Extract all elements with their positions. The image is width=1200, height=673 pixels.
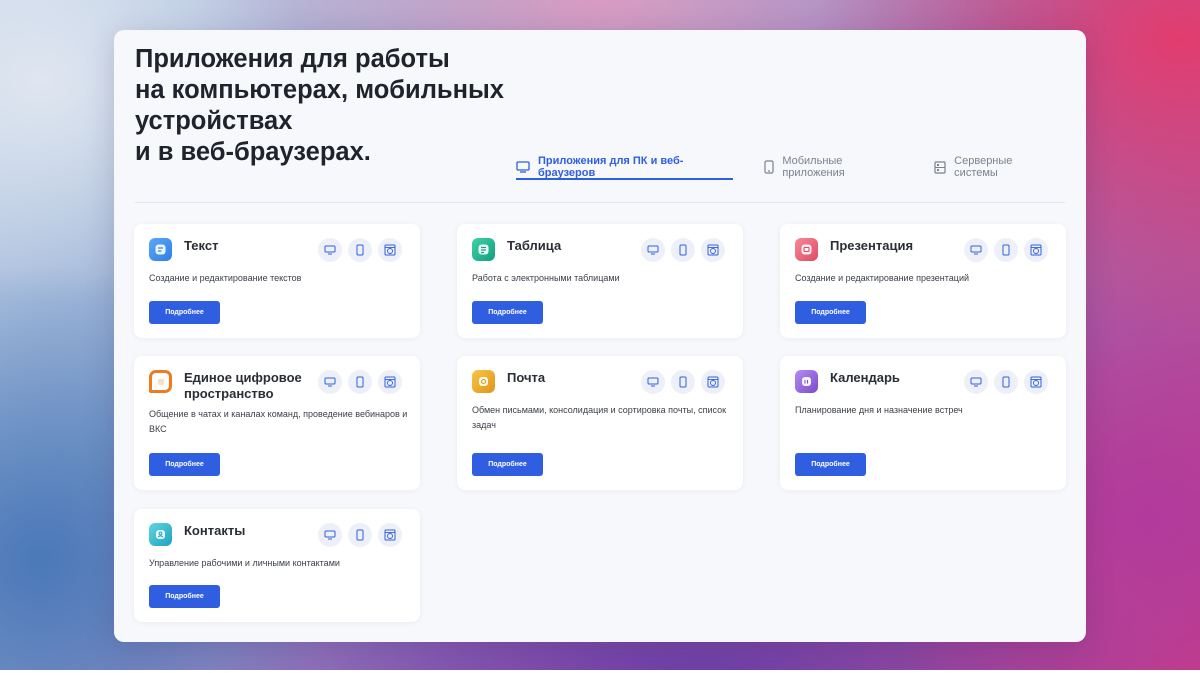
phone-icon[interactable] (671, 370, 695, 394)
app-title: Текст (184, 238, 219, 253)
desktop-icon[interactable] (641, 370, 665, 394)
app-card-digital-space: Единое цифровое пространство Общение в ч… (134, 356, 420, 490)
browser-icon[interactable] (1024, 370, 1048, 394)
contacts-app-logo (149, 523, 172, 546)
presentation-app-logo (795, 238, 818, 261)
desktop-icon (516, 161, 530, 173)
tab-label: Мобильные приложения (782, 155, 845, 179)
phone-icon[interactable] (348, 370, 372, 394)
desktop-icon[interactable] (964, 370, 988, 394)
text-app-logo (149, 238, 172, 261)
platform-tabs: Приложения для ПК и веб-браузеров Мобиль… (516, 155, 1086, 180)
app-card-mail: Почта Обмен письмами, консолидация и сор… (457, 356, 743, 490)
app-description: Общение в чатах и каналах команд, провед… (149, 409, 408, 434)
app-card-table: Таблица Работа с электронными таблицами … (457, 224, 743, 338)
browser-icon[interactable] (378, 370, 402, 394)
more-button[interactable]: Подробнее (795, 453, 866, 476)
phone-icon[interactable] (348, 238, 372, 262)
server-icon (934, 160, 946, 174)
app-description: Управление рабочими и личными контактами (149, 558, 340, 568)
phone-icon (764, 160, 774, 174)
app-description: Создание и редактирование презентаций (795, 273, 970, 283)
app-title: Презентация (830, 238, 914, 253)
title-line: Приложения для работы (135, 45, 450, 73)
more-button[interactable]: Подробнее (795, 301, 866, 324)
phone-icon[interactable] (348, 523, 372, 547)
app-title: Таблица (507, 238, 562, 253)
app-title: Контакты (184, 523, 246, 538)
browser-icon[interactable] (1024, 238, 1048, 262)
browser-icon[interactable] (378, 523, 402, 547)
platform-icons (964, 238, 1048, 262)
desktop-icon[interactable] (964, 238, 988, 262)
desktop-icon[interactable] (318, 370, 342, 394)
tab-mobile[interactable]: Мобильные приложения (764, 155, 903, 179)
app-description: Создание и редактирование текстов (149, 273, 302, 283)
space-app-logo (149, 370, 172, 393)
app-card-calendar: Календарь Планирование дня и назначение … (780, 356, 1066, 490)
tab-desktop-web[interactable]: Приложения для ПК и веб-браузеров (516, 155, 734, 180)
more-button[interactable]: Подробнее (149, 585, 220, 608)
more-button[interactable]: Подробнее (472, 453, 543, 476)
mail-app-logo (472, 370, 495, 393)
more-button[interactable]: Подробнее (149, 301, 220, 324)
app-card-text: Текст Создание и редактирование текстов … (134, 224, 420, 338)
calendar-app-logo (795, 370, 818, 393)
app-description: Работа с электронными таблицами (472, 273, 620, 283)
platform-icons (318, 523, 402, 547)
page-title: Приложения для работы на компьютерах, мо… (135, 44, 555, 168)
app-card-presentation: Презентация Создание и редактирование пр… (780, 224, 1066, 338)
desktop-icon[interactable] (318, 238, 342, 262)
desktop-icon[interactable] (641, 238, 665, 262)
app-description: Планирование дня и назначение встреч (795, 405, 963, 415)
platform-icons (641, 238, 725, 262)
app-description: Обмен письмами, консолидация и сортировк… (472, 405, 727, 430)
browser-icon[interactable] (701, 370, 725, 394)
title-line: на компьютерах, мобильных (135, 76, 504, 104)
app-card-contacts: Контакты Управление рабочими и личными к… (134, 509, 420, 622)
divider (135, 202, 1065, 203)
phone-icon[interactable] (994, 370, 1018, 394)
app-title: Календарь (830, 370, 900, 385)
phone-icon[interactable] (671, 238, 695, 262)
apps-panel: Приложения для работы на компьютерах, мо… (114, 30, 1086, 642)
tab-label: Серверные системы (954, 155, 1013, 179)
platform-icons (641, 370, 725, 394)
platform-icons (318, 238, 402, 262)
more-button[interactable]: Подробнее (149, 453, 220, 476)
browser-icon[interactable] (378, 238, 402, 262)
desktop-icon[interactable] (318, 523, 342, 547)
more-button[interactable]: Подробнее (472, 301, 543, 324)
title-line: устройствах (135, 107, 293, 135)
title-line: и в веб-браузерах. (135, 138, 371, 166)
table-app-logo (472, 238, 495, 261)
browser-icon[interactable] (701, 238, 725, 262)
platform-icons (318, 370, 402, 394)
tab-server[interactable]: Серверные системы (934, 155, 1055, 179)
app-title: Почта (507, 370, 546, 385)
phone-icon[interactable] (994, 238, 1018, 262)
app-title: Единое цифровое пространство (184, 370, 302, 401)
platform-icons (964, 370, 1048, 394)
tab-label: Приложения для ПК и веб-браузеров (538, 155, 684, 179)
